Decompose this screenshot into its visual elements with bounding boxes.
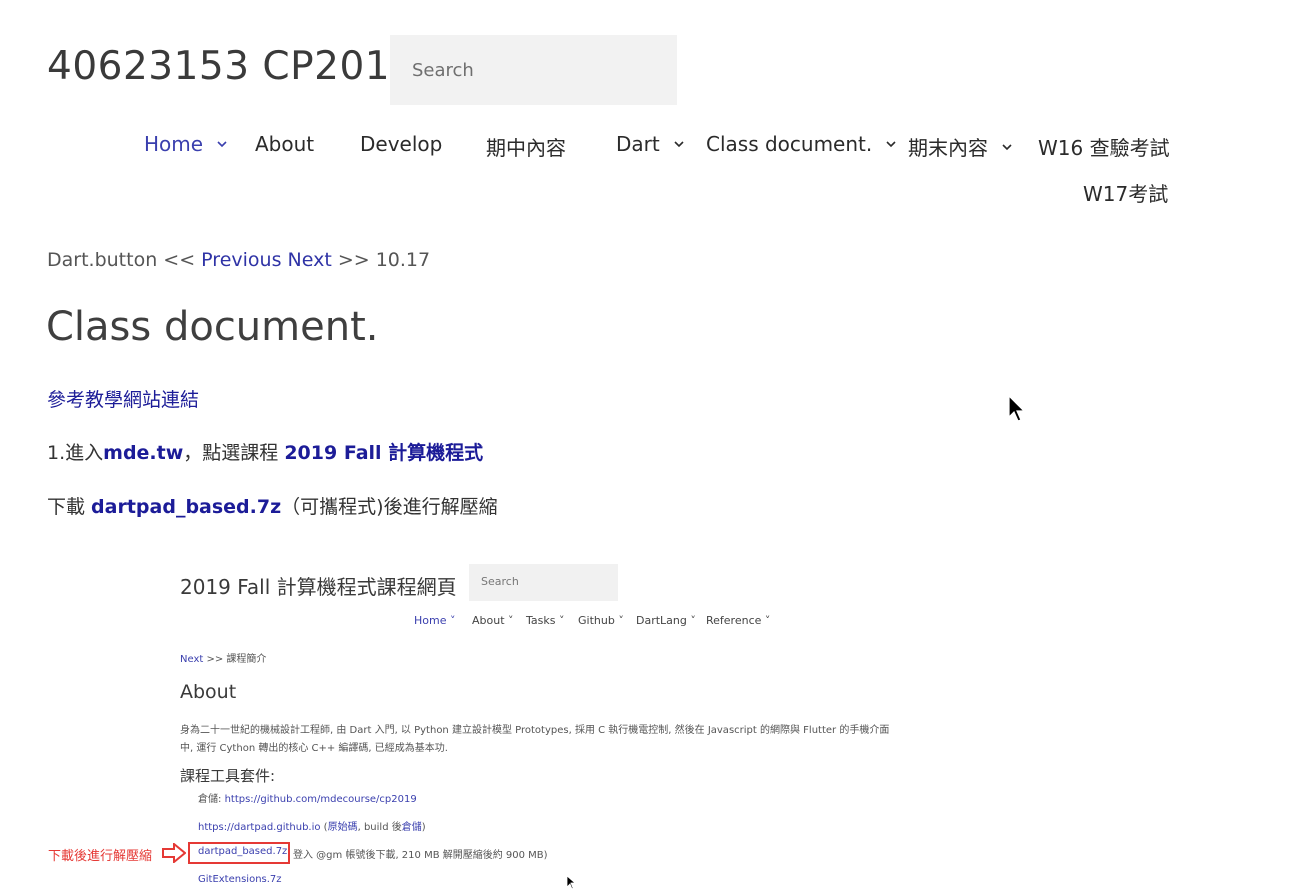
nav-item-w16-exam[interactable]: W16 查驗考試 [1038, 132, 1170, 161]
embedded-site-title: 2019 Fall 計算機程式課程網頁 [180, 575, 457, 599]
embedded-git-line: GitExtensions.7z [198, 874, 282, 885]
breadcrumb-prev-page: Dart.button [47, 249, 158, 271]
nav-label: Home [144, 132, 204, 156]
mde-tw-link[interactable]: mde.tw [103, 442, 183, 464]
step2-suffix: （可攜程式)後進行解壓縮 [281, 496, 498, 518]
embedded-heading: About [180, 681, 237, 703]
breadcrumb-next-page: 10.17 [375, 249, 431, 271]
nav-item-midterm[interactable]: 期中內容 [486, 132, 566, 161]
highlight-box [188, 842, 290, 864]
step1-middle: ，點選課程 [183, 442, 285, 464]
mouse-cursor-icon [566, 875, 576, 890]
embedded-dartpad-line: https://dartpad.github.io (原始碼, build 後倉… [198, 822, 426, 833]
embedded-nav-dartlang: DartLang ˅ [636, 614, 696, 627]
step2-prefix: 下載 [47, 496, 92, 518]
search-input[interactable] [390, 35, 677, 105]
nav-label: Class document. [706, 132, 873, 156]
nav-item-develop[interactable]: Develop [360, 132, 442, 156]
embedded-intro-line2: 中, 運行 Cython 轉出的核心 C++ 編譯碼, 已經成為基本功. [180, 743, 448, 754]
embedded-intro-line1: 身為二十一世紀的機械設計工程師, 由 Dart 入門, 以 Python 建立設… [180, 725, 890, 736]
next-link[interactable]: Next [288, 249, 332, 271]
nav-label: W16 查驗考試 [1038, 136, 1170, 160]
nav-item-about[interactable]: About [255, 132, 314, 156]
arrow-right-icon [162, 843, 186, 863]
nav-item-w17-exam[interactable]: W17考試 [1083, 178, 1168, 207]
embedded-nav-github: Github ˅ [578, 614, 624, 627]
embedded-file-note: 登入 @gm 帳號後下載, 210 MB 解開壓縮後約 900 MB) [293, 850, 548, 861]
chevron-down-icon [1002, 143, 1012, 150]
reference-paragraph: 參考教學網站連結 [47, 385, 199, 412]
step1-prefix: 1.進入 [47, 442, 104, 464]
embedded-nav-tasks: Tasks ˅ [526, 614, 565, 627]
previous-link[interactable]: Previous [201, 249, 281, 271]
nav-label: 期末內容 [908, 136, 988, 160]
nav-item-home[interactable]: Home [144, 132, 229, 156]
chevron-down-icon [217, 141, 227, 148]
breadcrumb-separator: >> [331, 249, 376, 271]
nav-label: 期中內容 [486, 136, 566, 160]
step1-paragraph: 1.進入mde.tw，點選課程 2019 Fall 計算機程式 [47, 438, 483, 465]
nav-label: Develop [360, 132, 443, 156]
course-link[interactable]: 2019 Fall 計算機程式 [284, 442, 483, 464]
chevron-down-icon [674, 141, 684, 148]
embedded-nav-reference: Reference ˅ [706, 614, 771, 627]
breadcrumb-separator: << [157, 249, 202, 271]
page-title: Class document. [46, 304, 379, 350]
embedded-nav-about: About ˅ [472, 614, 514, 627]
nav-item-class-document[interactable]: Class document. [706, 132, 898, 156]
nav-item-final[interactable]: 期末內容 [908, 132, 1014, 161]
nav-label: W17考試 [1083, 182, 1169, 206]
mouse-cursor-icon [1008, 395, 1026, 422]
dartpad-download-link[interactable]: dartpad_based.7z [91, 496, 281, 518]
embedded-search-box: Search [469, 564, 618, 601]
embedded-breadcrumb: Next >> 課程簡介 [180, 654, 267, 665]
step2-paragraph: 下載 dartpad_based.7z（可攜程式)後進行解壓縮 [47, 492, 498, 519]
nav-label: Dart [616, 132, 660, 156]
site-title[interactable]: 40623153 CP2019 [47, 44, 415, 89]
embedded-tools-heading: 課程工具套件: [180, 767, 276, 785]
embedded-nav-home: Home ˅ [414, 614, 456, 627]
nav-item-dart[interactable]: Dart [616, 132, 686, 156]
chevron-down-icon [886, 141, 896, 148]
breadcrumb: Dart.button << Previous Next >> 10.17 [47, 249, 430, 271]
embedded-repo-line: 倉儲: https://github.com/mdecourse/cp2019 [198, 794, 417, 805]
reference-site-link[interactable]: 參考教學網站連結 [47, 389, 199, 411]
annotation-label: 下載後進行解壓縮 [48, 849, 153, 864]
nav-label: About [255, 132, 315, 156]
